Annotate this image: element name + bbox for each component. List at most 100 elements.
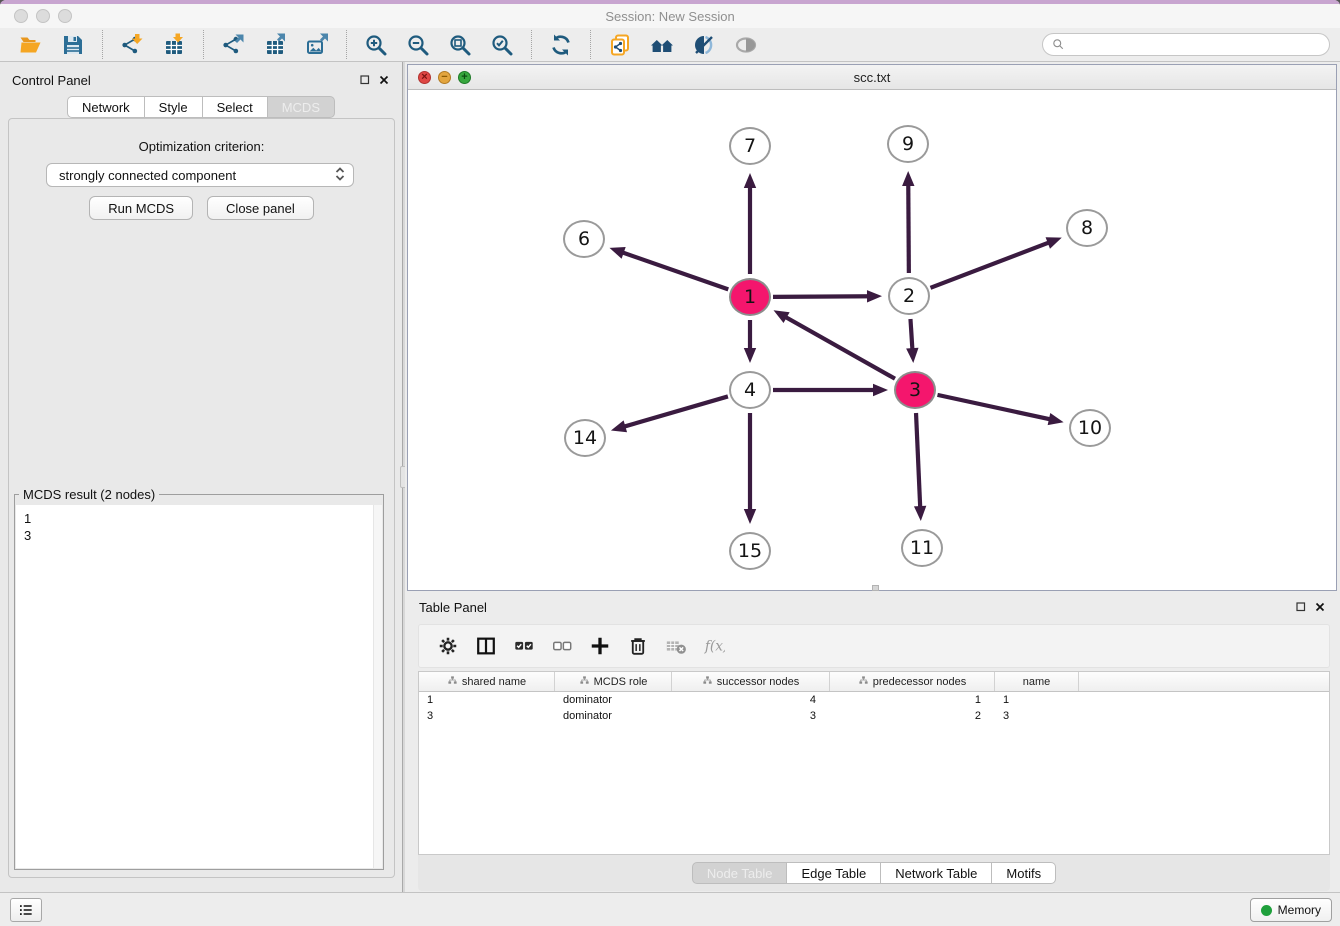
edge-2-8[interactable] bbox=[930, 237, 1061, 288]
close-panel-button[interactable]: Close panel bbox=[207, 196, 314, 220]
cell-MCDS-role[interactable]: dominator bbox=[555, 708, 672, 724]
import-network-icon[interactable] bbox=[119, 32, 145, 58]
frame-maximize-button[interactable]: + bbox=[458, 71, 471, 84]
tab-mcds[interactable]: MCDS bbox=[268, 96, 335, 118]
delete-column-icon bbox=[664, 634, 688, 658]
zoom-out-icon[interactable] bbox=[405, 32, 431, 58]
close-panel-icon[interactable] bbox=[1314, 601, 1326, 613]
node-11[interactable]: 11 bbox=[901, 529, 943, 567]
node-6[interactable]: 6 bbox=[563, 220, 605, 258]
column-header-name[interactable]: name bbox=[995, 672, 1079, 691]
edge-3-10[interactable] bbox=[937, 395, 1063, 425]
task-history-button[interactable] bbox=[10, 898, 42, 922]
edge-1-6[interactable] bbox=[609, 247, 728, 289]
cell-MCDS-role[interactable]: dominator bbox=[555, 692, 672, 708]
criterion-dropdown-value: strongly connected component bbox=[59, 168, 236, 183]
home-icon[interactable] bbox=[649, 32, 675, 58]
edge-4-15[interactable] bbox=[744, 413, 756, 524]
node-14[interactable]: 14 bbox=[564, 419, 606, 457]
columns-icon[interactable] bbox=[474, 634, 498, 658]
status-bar: Memory bbox=[0, 892, 1340, 926]
edge-1-4[interactable] bbox=[744, 320, 756, 363]
search-input[interactable] bbox=[1070, 37, 1321, 52]
delete-row-icon[interactable] bbox=[626, 634, 650, 658]
edge-2-9[interactable] bbox=[902, 171, 914, 273]
tab-edge-table[interactable]: Edge Table bbox=[787, 862, 881, 884]
close-panel-icon[interactable] bbox=[378, 74, 390, 86]
frame-minimize-button[interactable]: − bbox=[438, 71, 451, 84]
export-table-icon[interactable] bbox=[262, 32, 288, 58]
tab-network[interactable]: Network bbox=[67, 96, 145, 118]
horizontal-splitter-grip[interactable] bbox=[872, 585, 879, 591]
cell-shared-name[interactable]: 1 bbox=[419, 692, 555, 708]
column-header-shared-name[interactable]: shared name bbox=[419, 672, 555, 691]
tab-motifs[interactable]: Motifs bbox=[992, 862, 1056, 884]
sort-hierarchy-icon bbox=[858, 675, 869, 689]
node-1[interactable]: 1 bbox=[729, 278, 771, 316]
zoom-selected-icon[interactable] bbox=[489, 32, 515, 58]
zoom-fit-icon[interactable] bbox=[447, 32, 473, 58]
column-header-predecessor-nodes[interactable]: predecessor nodes bbox=[830, 672, 995, 691]
gear-icon[interactable] bbox=[436, 634, 460, 658]
apply-style-icon[interactable] bbox=[691, 32, 717, 58]
mcds-result-text[interactable]: 13 bbox=[16, 505, 382, 868]
export-network-icon[interactable] bbox=[220, 32, 246, 58]
application-window: Session: New Session Control Panel Netwo… bbox=[0, 0, 1340, 926]
edge-3-11[interactable] bbox=[914, 413, 926, 521]
table-row[interactable]: 1dominator411 bbox=[419, 692, 1329, 708]
cell-successor-nodes[interactable]: 4 bbox=[672, 692, 830, 708]
network-canvas[interactable]: 7 9 6 8 1 2 4 3 14 10 15 11 bbox=[408, 90, 1336, 590]
cell-predecessor-nodes[interactable]: 1 bbox=[830, 692, 995, 708]
node-2[interactable]: 2 bbox=[888, 277, 930, 315]
add-row-icon[interactable] bbox=[588, 634, 612, 658]
edge-4-14[interactable] bbox=[611, 396, 728, 432]
import-table-icon[interactable] bbox=[161, 32, 187, 58]
column-header-successor-nodes[interactable]: successor nodes bbox=[672, 672, 830, 691]
dropdown-stepper-icon bbox=[333, 166, 347, 185]
cell-shared-name[interactable]: 3 bbox=[419, 708, 555, 724]
edge-1-2[interactable] bbox=[773, 290, 882, 302]
node-4[interactable]: 4 bbox=[729, 371, 771, 409]
node-15[interactable]: 15 bbox=[729, 532, 771, 570]
table-row[interactable]: 3dominator323 bbox=[419, 708, 1329, 724]
toolbar-separator bbox=[346, 30, 347, 59]
select-all-icon[interactable] bbox=[512, 634, 536, 658]
refresh-icon[interactable] bbox=[548, 32, 574, 58]
memory-button[interactable]: Memory bbox=[1250, 898, 1332, 922]
table-panel-title: Table Panel bbox=[419, 600, 487, 615]
column-header-filler bbox=[1079, 672, 1329, 691]
node-8[interactable]: 8 bbox=[1066, 209, 1108, 247]
tab-network-table[interactable]: Network Table bbox=[881, 862, 992, 884]
node-7[interactable]: 7 bbox=[729, 127, 771, 165]
frame-close-button[interactable]: × bbox=[418, 71, 431, 84]
criterion-dropdown[interactable]: strongly connected component bbox=[46, 163, 354, 187]
edge-3-1[interactable] bbox=[774, 310, 895, 378]
edge-1-7[interactable] bbox=[744, 173, 756, 274]
float-panel-icon[interactable] bbox=[1295, 601, 1307, 613]
column-header-MCDS-role[interactable]: MCDS role bbox=[555, 672, 672, 691]
table-body: 1dominator4113dominator323 bbox=[419, 692, 1329, 724]
edge-4-3[interactable] bbox=[773, 384, 888, 396]
float-panel-icon[interactable] bbox=[359, 74, 371, 86]
cell-successor-nodes[interactable]: 3 bbox=[672, 708, 830, 724]
deselect-all-icon[interactable] bbox=[550, 634, 574, 658]
search-field[interactable] bbox=[1042, 33, 1330, 56]
cell-name[interactable]: 3 bbox=[995, 708, 1079, 724]
cell-predecessor-nodes[interactable]: 2 bbox=[830, 708, 995, 724]
tab-node-table[interactable]: Node Table bbox=[692, 862, 788, 884]
network-and-table-area: × − + scc.txt 7968124314101511 Table Pan… bbox=[405, 62, 1340, 892]
node-10[interactable]: 10 bbox=[1069, 409, 1111, 447]
node-3[interactable]: 3 bbox=[894, 371, 936, 409]
export-image-icon[interactable] bbox=[304, 32, 330, 58]
run-mcds-button[interactable]: Run MCDS bbox=[89, 196, 193, 220]
result-scrollbar[interactable] bbox=[373, 505, 382, 868]
tab-style[interactable]: Style bbox=[145, 96, 203, 118]
tab-select[interactable]: Select bbox=[203, 96, 268, 118]
zoom-in-icon[interactable] bbox=[363, 32, 389, 58]
node-9[interactable]: 9 bbox=[887, 125, 929, 163]
cell-name[interactable]: 1 bbox=[995, 692, 1079, 708]
save-session-icon[interactable] bbox=[60, 32, 86, 58]
clone-network-icon[interactable] bbox=[607, 32, 633, 58]
edge-2-3[interactable] bbox=[906, 319, 918, 363]
open-session-icon[interactable] bbox=[18, 32, 44, 58]
